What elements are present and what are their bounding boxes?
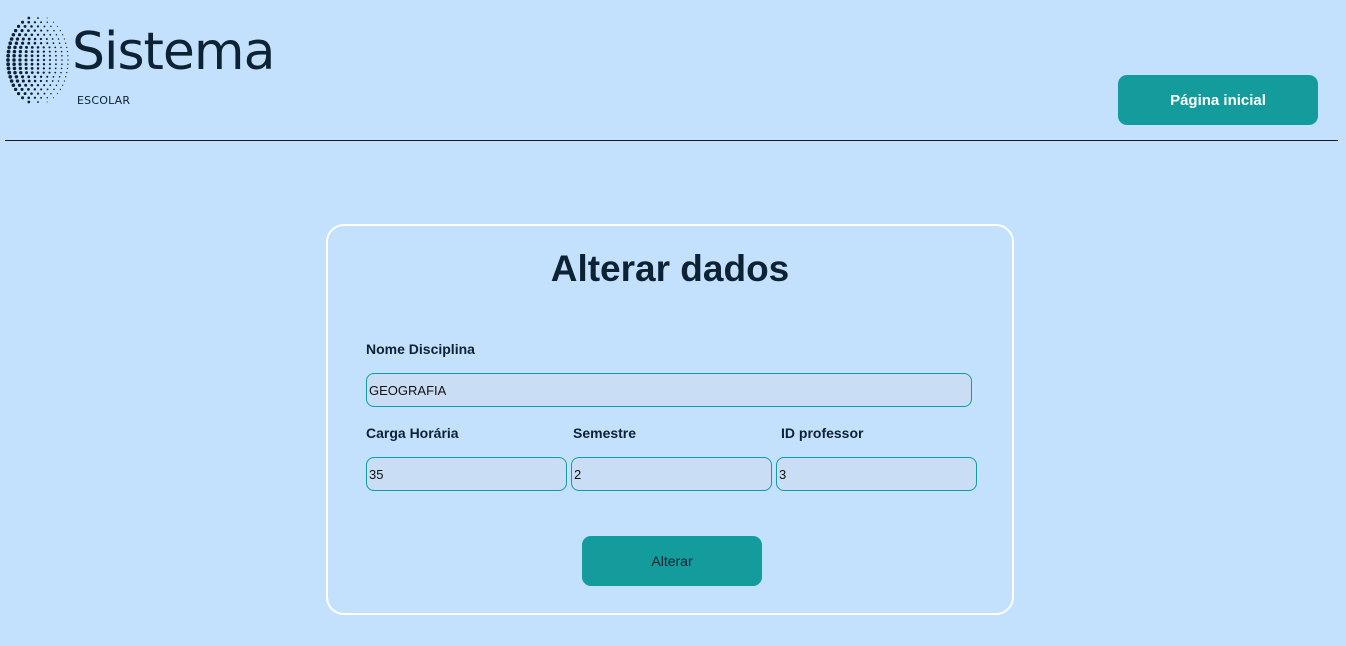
edit-form-card: Alterar dados Nome Disciplina Carga Horá… <box>326 224 1014 615</box>
home-page-button[interactable]: Página inicial <box>1118 75 1318 125</box>
header-divider <box>5 140 1338 141</box>
logo: Sistema ESCOLAR <box>6 14 275 110</box>
semestre-label: Semestre <box>573 425 637 441</box>
semestre-input[interactable] <box>571 457 772 491</box>
dotted-globe-icon <box>6 16 69 104</box>
id-professor-label: ID professor <box>781 425 864 441</box>
header: Sistema ESCOLAR Página inicial <box>0 0 1346 141</box>
logo-title: Sistema <box>72 22 275 82</box>
id-professor-input[interactable] <box>776 457 977 491</box>
carga-horaria-label: Carga Horária <box>366 425 459 441</box>
logo-subtitle: ESCOLAR <box>77 94 131 107</box>
nome-disciplina-label: Nome Disciplina <box>366 341 475 357</box>
page: Sistema ESCOLAR Página inicial Alterar d… <box>0 0 1346 646</box>
carga-horaria-input[interactable] <box>366 457 567 491</box>
alterar-button[interactable]: Alterar <box>582 536 762 586</box>
nome-disciplina-input[interactable] <box>366 373 972 407</box>
form-title: Alterar dados <box>550 248 790 289</box>
